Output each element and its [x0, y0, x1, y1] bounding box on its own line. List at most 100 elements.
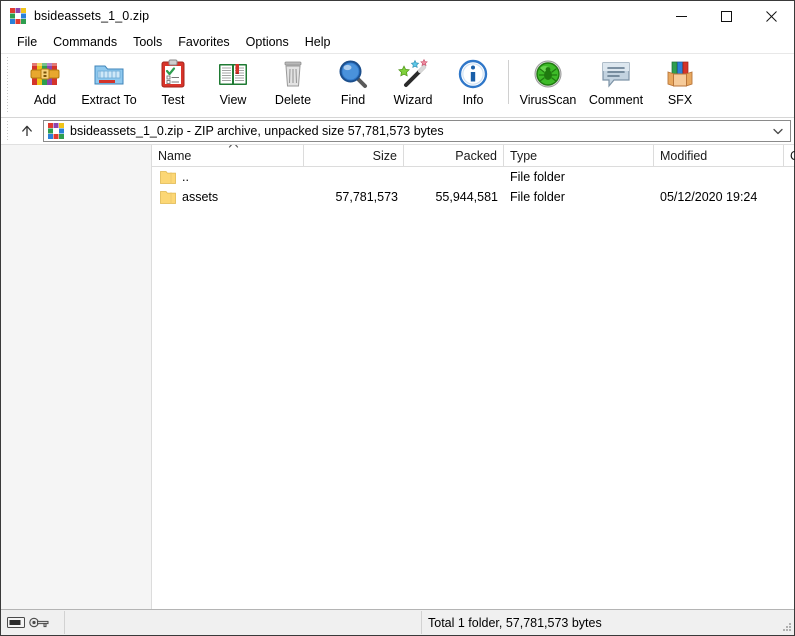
toolbar-label-test: Test	[162, 93, 185, 107]
comment-bubble-icon	[600, 58, 632, 90]
winrar-icon	[10, 8, 26, 24]
toolbar-label-find: Find	[341, 93, 365, 107]
column-header-crc32-label: CRC32	[790, 149, 795, 163]
column-header-modified-label: Modified	[660, 149, 707, 163]
toolbar-label-delete: Delete	[275, 93, 311, 107]
column-header-name[interactable]: Name	[152, 145, 304, 166]
table-row[interactable]: assets 57,781,573 55,944,581 File folder…	[152, 187, 794, 207]
view-book-icon	[217, 58, 249, 90]
address-dropdown-button[interactable]	[770, 121, 786, 141]
cell-name-text: ..	[182, 170, 189, 184]
status-separator	[421, 611, 422, 634]
file-list-rows: .. File folder assets	[152, 167, 794, 609]
column-header-size-label: Size	[373, 149, 397, 163]
menu-file[interactable]: File	[9, 33, 45, 51]
chevron-down-icon	[773, 128, 783, 135]
cell-type: File folder	[504, 190, 654, 204]
close-button[interactable]	[749, 1, 794, 31]
column-header-packed[interactable]: Packed	[404, 145, 504, 166]
menu-help[interactable]: Help	[297, 33, 339, 51]
column-header-size[interactable]: Size	[304, 145, 404, 166]
maximize-button[interactable]	[704, 1, 749, 31]
toolbar-button-test[interactable]: Test	[143, 54, 203, 114]
toolbar-label-virusscan: VirusScan	[520, 93, 577, 107]
toolbar-button-info[interactable]: Info	[443, 54, 503, 114]
toolbar-label-extract-to: Extract To	[81, 93, 136, 107]
window-title: bsideassets_1_0.zip	[34, 9, 149, 23]
title-bar: bsideassets_1_0.zip	[1, 1, 794, 31]
folder-icon	[160, 190, 176, 204]
cell-packed: 55,944,581	[404, 190, 504, 204]
status-icon-group	[1, 611, 65, 634]
toolbar-label-view: View	[220, 93, 247, 107]
file-list-header: Name Size Packed Type Modified CRC32	[152, 145, 794, 167]
content-area: Name Size Packed Type Modified CRC32	[1, 144, 794, 609]
column-header-crc32[interactable]: CRC32	[784, 145, 795, 166]
toolbar-button-sfx[interactable]: SFX	[650, 54, 710, 114]
toolbar-button-find[interactable]: Find	[323, 54, 383, 114]
toolbar: Add Extract To	[1, 53, 794, 118]
toolbar-label-sfx: SFX	[668, 93, 692, 107]
cell-size: 57,781,573	[304, 190, 404, 204]
column-header-modified[interactable]: Modified	[654, 145, 784, 166]
toolbar-button-comment[interactable]: Comment	[582, 54, 650, 114]
address-field[interactable]: bsideassets_1_0.zip - ZIP archive, unpac…	[43, 120, 791, 142]
key-icon[interactable]	[29, 616, 49, 629]
window-controls	[659, 1, 794, 31]
toolbar-label-add: Add	[34, 93, 56, 107]
toolbar-button-add[interactable]: Add	[15, 54, 75, 114]
minimize-button[interactable]	[659, 1, 704, 31]
column-header-type[interactable]: Type	[504, 145, 654, 166]
menu-options[interactable]: Options	[238, 33, 297, 51]
find-magnifier-icon	[337, 58, 369, 90]
sort-ascending-icon	[228, 145, 239, 149]
menu-favorites[interactable]: Favorites	[170, 33, 237, 51]
address-bar: bsideassets_1_0.zip - ZIP archive, unpac…	[1, 118, 794, 144]
toolbar-button-extract-to[interactable]: Extract To	[75, 54, 143, 114]
winrar-window: bsideassets_1_0.zip File Command	[0, 0, 795, 636]
winrar-icon	[48, 123, 64, 139]
minimize-icon	[676, 11, 687, 22]
cell-type: File folder	[504, 170, 654, 184]
resize-grip-icon[interactable]	[780, 621, 792, 633]
column-header-packed-label: Packed	[455, 149, 497, 163]
delete-trash-icon	[277, 58, 309, 90]
column-header-name-label: Name	[158, 149, 191, 163]
menu-bar: File Commands Tools Favorites Options He…	[1, 31, 794, 53]
toolbar-button-wizard[interactable]: Wizard	[383, 54, 443, 114]
toolbar-label-wizard: Wizard	[394, 93, 433, 107]
up-one-level-button[interactable]	[14, 120, 40, 142]
status-bar: Total 1 folder, 57,781,573 bytes	[1, 609, 794, 635]
close-icon	[766, 11, 777, 22]
table-row[interactable]: .. File folder	[152, 167, 794, 187]
virusscan-bug-icon	[532, 58, 564, 90]
info-circle-icon	[457, 58, 489, 90]
sfx-box-icon	[664, 58, 696, 90]
toolbar-label-comment: Comment	[589, 93, 643, 107]
drive-icon[interactable]	[7, 616, 25, 629]
menu-tools[interactable]: Tools	[125, 33, 170, 51]
test-clipboard-icon	[157, 58, 189, 90]
toolbar-label-info: Info	[463, 93, 484, 107]
column-header-type-label: Type	[510, 149, 537, 163]
cell-modified: 05/12/2020 19:24	[654, 190, 784, 204]
file-list-panel: Name Size Packed Type Modified CRC32	[152, 145, 794, 609]
menu-commands[interactable]: Commands	[45, 33, 125, 51]
add-archive-icon	[29, 58, 61, 90]
folder-tree-panel[interactable]	[1, 145, 152, 609]
status-total-text: Total 1 folder, 57,781,573 bytes	[428, 616, 602, 630]
address-path-text: bsideassets_1_0.zip - ZIP archive, unpac…	[70, 124, 444, 138]
toolbar-button-delete[interactable]: Delete	[263, 54, 323, 114]
toolbar-separator	[508, 60, 509, 104]
extract-folder-icon	[93, 58, 125, 90]
up-arrow-icon	[20, 124, 34, 138]
maximize-icon	[721, 11, 732, 22]
toolbar-grip[interactable]	[5, 57, 11, 113]
cell-name: assets	[152, 190, 304, 204]
folder-icon	[160, 170, 176, 184]
cell-name-text: assets	[182, 190, 218, 204]
toolbar-button-view[interactable]: View	[203, 54, 263, 114]
cell-name: ..	[152, 170, 304, 184]
address-bar-grip[interactable]	[5, 121, 11, 141]
toolbar-button-virusscan[interactable]: VirusScan	[514, 54, 582, 114]
